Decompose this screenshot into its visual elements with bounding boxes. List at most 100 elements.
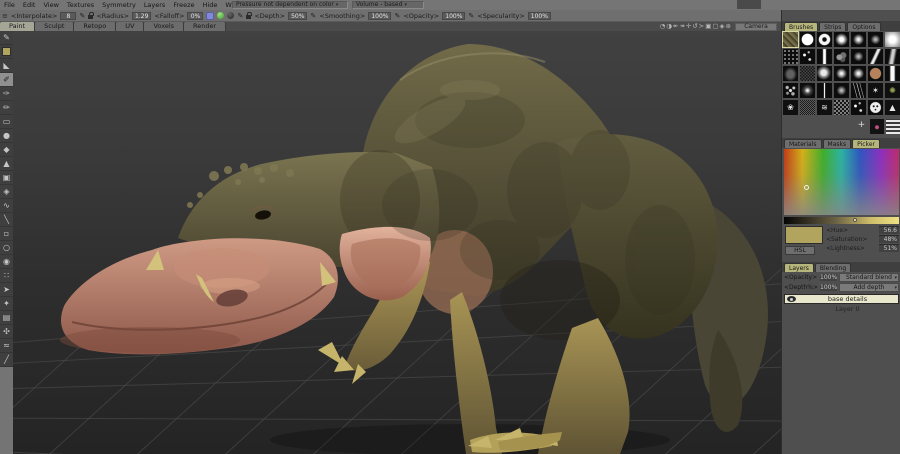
brush-faint-3[interactable] — [834, 83, 849, 98]
next-view-icon[interactable]: ≻ — [699, 22, 704, 31]
brush-soft-dot[interactable] — [834, 66, 849, 81]
color-picker-cursor[interactable] — [803, 185, 809, 191]
3d-viewport[interactable] — [13, 31, 781, 454]
color-swatch[interactable] — [0, 45, 13, 59]
tab-blending[interactable]: Blending — [814, 263, 852, 272]
corner-tool-icon[interactable]: ◣ — [0, 59, 13, 73]
brush-faint-2[interactable] — [851, 49, 866, 64]
brush-noise[interactable] — [800, 66, 815, 81]
frame-view-icon[interactable]: ▣ — [705, 22, 711, 31]
brush-skin-circle[interactable] — [868, 66, 883, 81]
menu-layers[interactable]: Layers — [140, 1, 170, 9]
gradient-tool-icon[interactable]: ▤ — [0, 311, 13, 325]
brush-softer-circle[interactable] — [851, 32, 866, 47]
tab-retopo[interactable]: Retopo — [74, 22, 117, 31]
brush-tool-icon[interactable]: ✎ — [0, 31, 13, 45]
brush-soft-circle[interactable] — [834, 32, 849, 47]
menu-file[interactable]: File — [0, 1, 19, 9]
slash-tool-icon[interactable]: ╱ — [0, 353, 13, 367]
brush-ring[interactable] — [817, 32, 832, 47]
pressure-mode-dropdown[interactable]: Pressure not dependent on color ▾ — [232, 1, 348, 9]
tab-masks[interactable]: Masks — [822, 139, 852, 148]
tab-paint[interactable]: Paint — [0, 22, 36, 31]
eyedropper-tool-icon[interactable]: ✦ — [0, 297, 13, 311]
layer-row[interactable]: base details — [784, 294, 899, 304]
hue-value-field[interactable]: 56.6 — [879, 226, 899, 234]
depth-mode-dropdown[interactable]: Add depth ▾ — [839, 283, 899, 292]
spray-tool-icon[interactable]: ∷ — [0, 269, 13, 283]
wave-tool-icon[interactable]: ≈ — [0, 339, 13, 353]
tab-uv[interactable]: UV — [116, 22, 145, 31]
brush-rocks[interactable] — [834, 49, 849, 64]
tab-render[interactable]: Render — [184, 22, 227, 31]
move-view-icon[interactable]: ✛ — [686, 22, 691, 31]
brush-faint-circle[interactable] — [868, 32, 883, 47]
brush-leaf[interactable]: ❀ — [783, 100, 798, 115]
brush-vertical-bar[interactable] — [817, 49, 832, 64]
camera-button[interactable]: Camera — [735, 22, 777, 31]
opacity-value-field[interactable]: 100% — [442, 11, 466, 20]
line-tool-icon[interactable]: ╲ — [0, 213, 13, 227]
menu-edit[interactable]: Edit — [19, 1, 40, 9]
hsl-mode-button[interactable]: HSL — [785, 246, 815, 255]
pen-pressure-icon[interactable]: ✎ — [468, 12, 474, 20]
volume-mode-dropdown[interactable]: Volume - based ▾ — [352, 1, 424, 9]
brush-noise-soft[interactable] — [800, 100, 815, 115]
add-brush-button[interactable]: + — [855, 120, 868, 132]
specularity-value-field[interactable]: 100% — [527, 11, 551, 20]
curve-tool-icon[interactable]: ∿ — [0, 199, 13, 213]
interpolate-value-field[interactable]: 8 — [60, 11, 77, 20]
lightness-slider[interactable] — [784, 217, 899, 224]
visibility-eye-icon[interactable] — [787, 296, 796, 302]
flatten-tool-icon[interactable]: ◆ — [0, 143, 13, 157]
rotate-view-icon[interactable]: ↺ — [692, 22, 697, 31]
rect-tool-icon[interactable]: ▫ — [0, 227, 13, 241]
pen-pressure-icon[interactable]: ✎ — [237, 12, 243, 20]
airbrush-tool-icon[interactable]: ✐ — [0, 73, 13, 87]
lightness-value-field[interactable]: 51% — [879, 244, 899, 252]
pencil-tool-icon[interactable]: ✏ — [0, 101, 13, 115]
brush-glow[interactable] — [800, 83, 815, 98]
pen-pressure-icon[interactable]: ✎ — [79, 12, 85, 20]
pen-pressure-icon[interactable]: ✎ — [310, 12, 316, 20]
tab-brushes[interactable]: Brushes — [784, 22, 819, 31]
brush-soft-streak[interactable] — [885, 49, 900, 64]
brush-dot-pattern[interactable] — [783, 49, 798, 64]
saturation-value-field[interactable]: 48% — [879, 235, 899, 243]
brush-coil[interactable] — [886, 118, 900, 134]
layer-opacity-value-field[interactable]: 100% — [820, 274, 837, 281]
lock-icon[interactable] — [246, 12, 252, 19]
brush-arrow[interactable]: ▲ — [885, 100, 900, 115]
eraser-tool-icon[interactable]: ▭ — [0, 115, 13, 129]
menu-textures[interactable]: Textures — [63, 1, 98, 9]
brush-splatter[interactable] — [783, 83, 798, 98]
tab-options[interactable]: Options — [847, 22, 881, 31]
lock-icon[interactable] — [88, 12, 94, 19]
brush-fern[interactable]: ✶ — [868, 83, 883, 98]
frame-tool-icon[interactable]: ▣ — [0, 171, 13, 185]
brush-square-soft[interactable] — [885, 32, 900, 47]
view-orbit-icon[interactable]: ◔ — [660, 22, 666, 31]
view-shade-icon[interactable]: ◑ — [666, 22, 672, 31]
circle-tool-icon[interactable]: ○ — [0, 241, 13, 255]
pan-right-icon[interactable]: ↠ — [679, 22, 684, 31]
brush-smudge[interactable] — [783, 66, 798, 81]
blob-tool-icon[interactable]: ● — [0, 129, 13, 143]
brush-moss[interactable]: ✺ — [885, 83, 900, 98]
positive-depth-icon[interactable] — [217, 12, 225, 19]
menu-freeze[interactable]: Freeze — [169, 1, 198, 9]
brush-face[interactable] — [868, 100, 883, 115]
brush-rock[interactable] — [817, 66, 832, 81]
menu-symmetry[interactable]: Symmetry — [98, 1, 140, 9]
tab-picker[interactable]: Picker — [852, 139, 880, 148]
ellipse-tool-icon[interactable]: ◉ — [0, 255, 13, 269]
brush-bright-bar[interactable] — [885, 66, 900, 81]
layer-depth-value-field[interactable]: 100% — [820, 284, 837, 291]
smoothing-value-field[interactable]: 100% — [368, 11, 392, 20]
brush-texture[interactable] — [782, 31, 799, 48]
grid-view-icon[interactable]: ▢ — [712, 22, 718, 31]
brush-soft-dot-2[interactable] — [851, 66, 866, 81]
symmetry-tool-icon[interactable]: ✣ — [0, 325, 13, 339]
falloff-value-field[interactable]: 0% — [187, 11, 204, 20]
stamp-tool-icon[interactable]: ▲ — [0, 157, 13, 171]
